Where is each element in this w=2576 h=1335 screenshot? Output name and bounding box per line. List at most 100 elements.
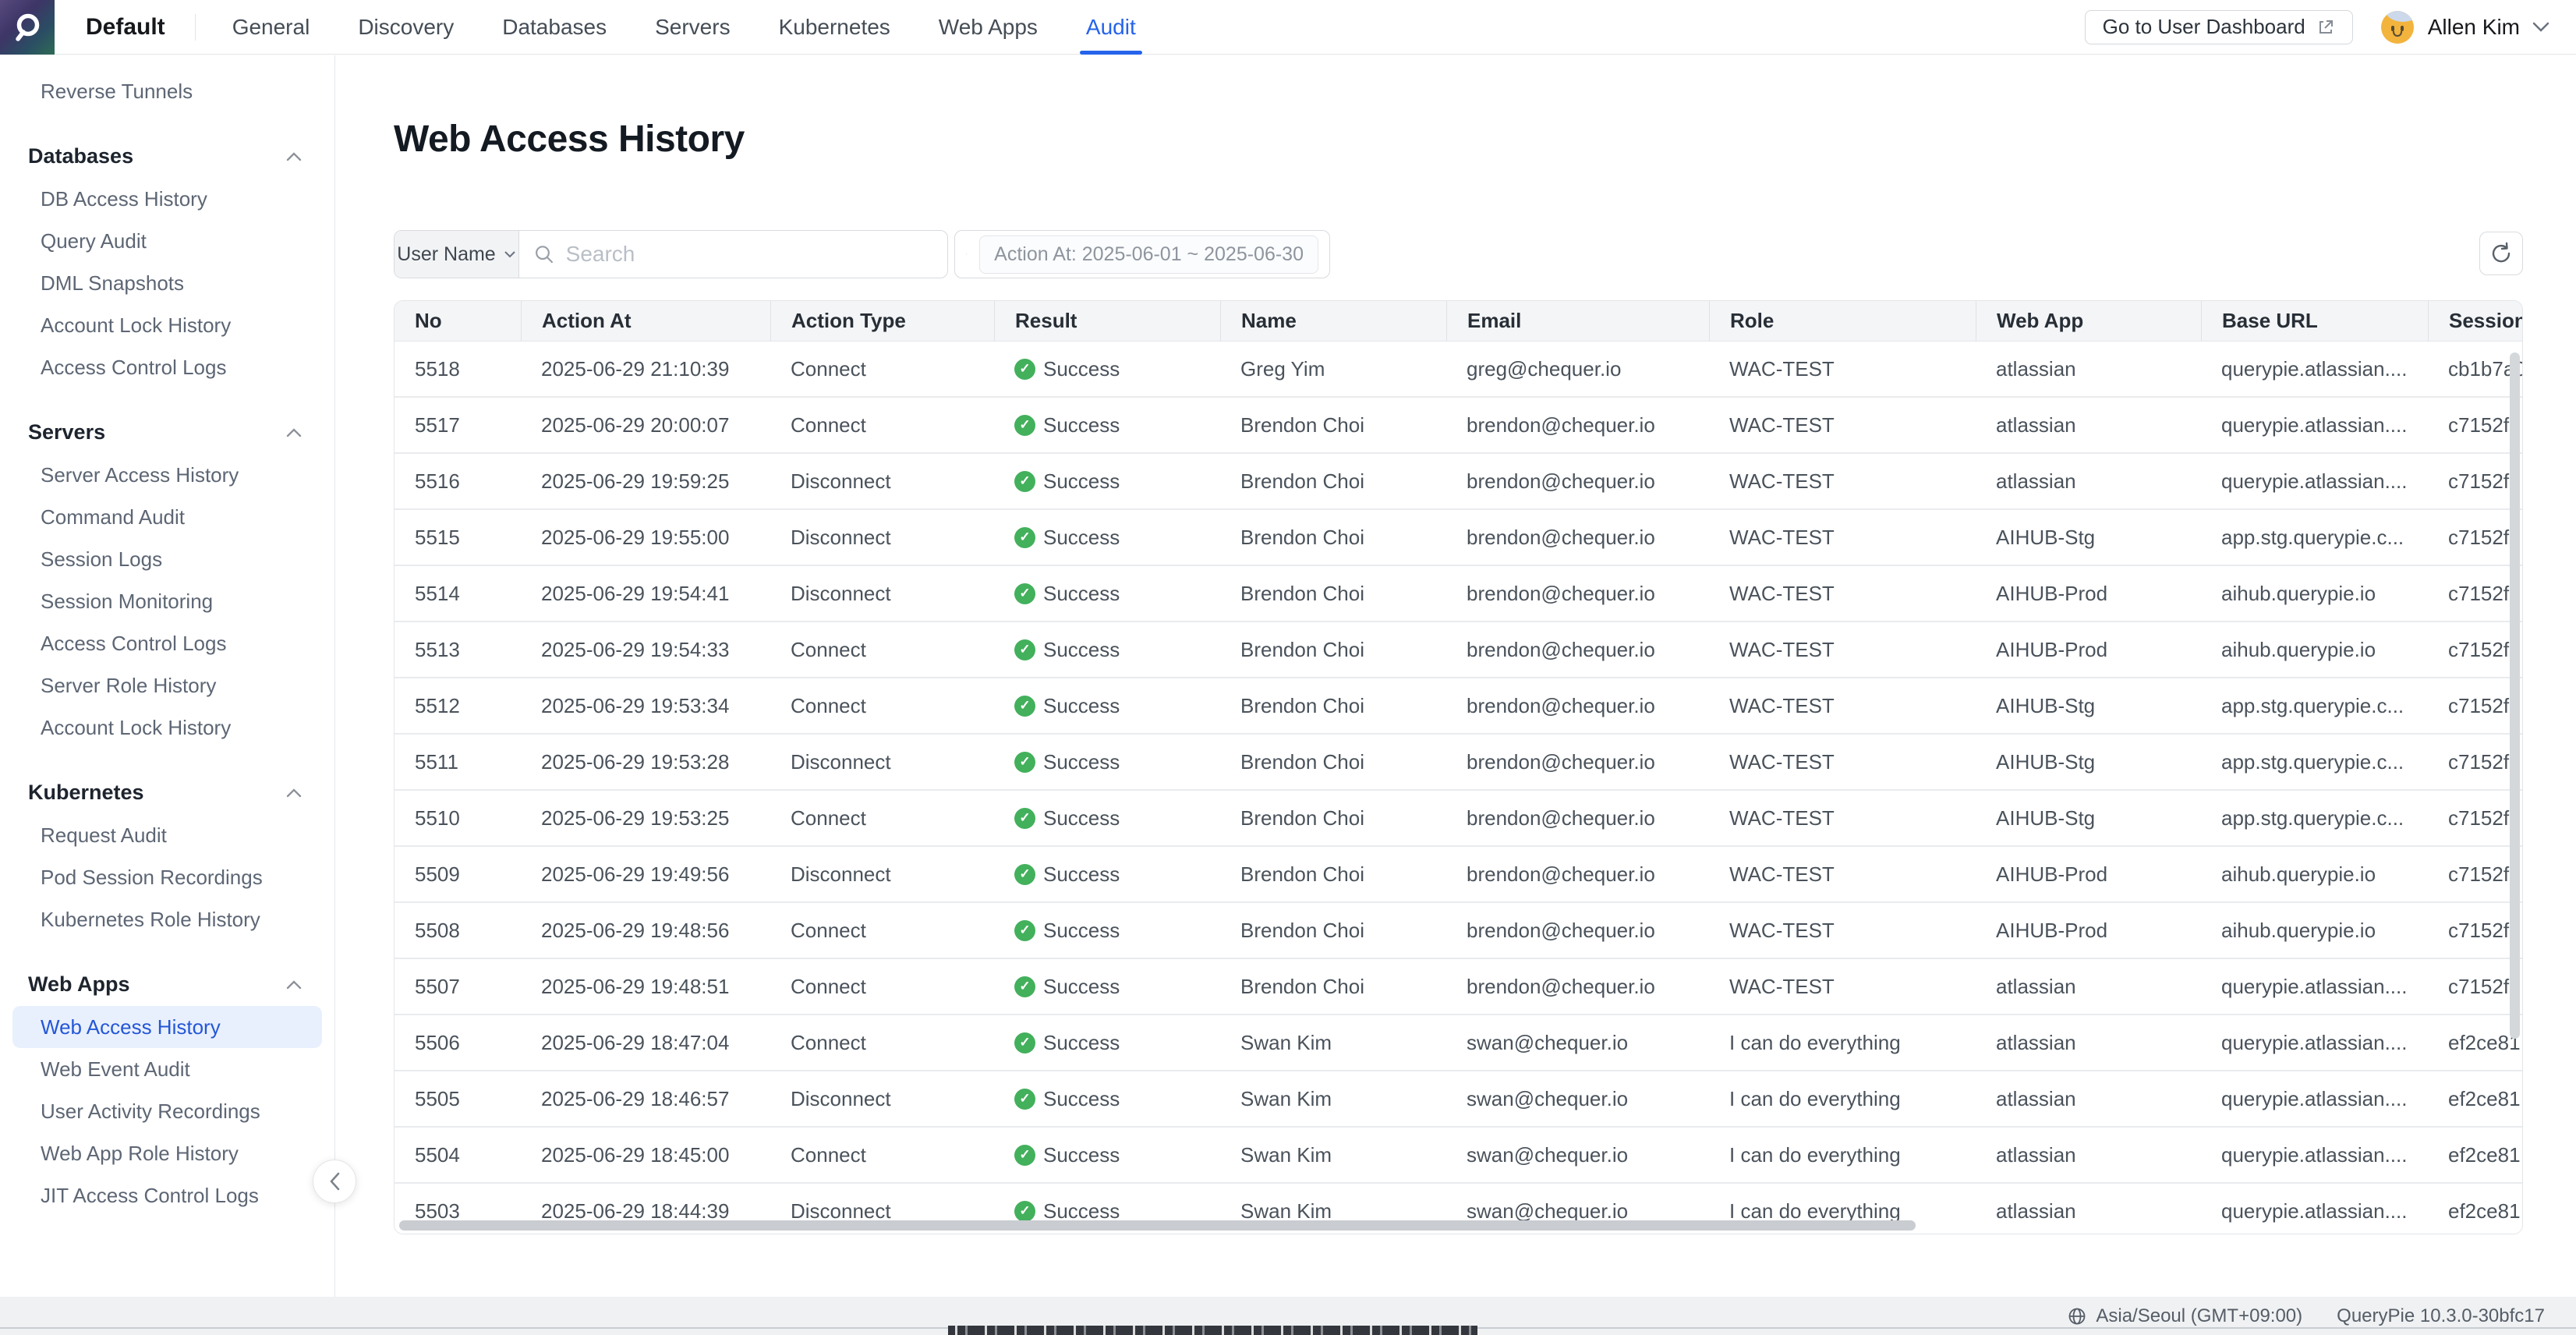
column-header-web-app[interactable]: Web App <box>1976 301 2201 341</box>
column-header-base-url[interactable]: Base URL <box>2201 301 2428 341</box>
sidebar-section-web-apps[interactable]: Web Apps <box>0 962 334 1006</box>
table-row[interactable]: 55082025-06-29 19:48:56Connect✓SuccessBr… <box>395 903 2522 959</box>
refresh-button[interactable] <box>2479 232 2523 275</box>
column-header-action-type[interactable]: Action Type <box>770 301 994 341</box>
cell-no: 5507 <box>395 975 521 999</box>
table-row[interactable]: 55072025-06-29 19:48:51Connect✓SuccessBr… <box>395 959 2522 1015</box>
cell-no: 5514 <box>395 582 521 606</box>
go-to-user-dashboard-button[interactable]: Go to User Dashboard <box>2085 10 2353 44</box>
sidebar-item-user-activity-recordings[interactable]: User Activity Recordings <box>0 1090 334 1132</box>
cell-action_type: Connect <box>770 694 994 718</box>
table-row[interactable]: 55162025-06-29 19:59:25Disconnect✓Succes… <box>395 454 2522 510</box>
table-row[interactable]: 55142025-06-29 19:54:41Disconnect✓Succes… <box>395 566 2522 622</box>
nav-item-kubernetes[interactable]: Kubernetes <box>779 0 890 55</box>
cell-name: Brendon Choi <box>1220 638 1446 662</box>
result-text: Success <box>1043 413 1120 437</box>
nav-item-web-apps[interactable]: Web Apps <box>939 0 1038 55</box>
sidebar-item-web-app-role-history[interactable]: Web App Role History <box>0 1132 334 1174</box>
column-header-result[interactable]: Result <box>994 301 1220 341</box>
vertical-scrollbar[interactable] <box>2510 352 2520 1039</box>
cell-base_url: querypie.atlassian.... <box>2201 1143 2428 1167</box>
column-header-email[interactable]: Email <box>1446 301 1709 341</box>
cell-email: brendon@chequer.io <box>1446 638 1709 662</box>
sidebar-item-access-control-logs[interactable]: Access Control Logs <box>0 346 334 388</box>
sidebar-item-server-access-history[interactable]: Server Access History <box>0 454 334 496</box>
sidebar-item-account-lock-history[interactable]: Account Lock History <box>0 706 334 749</box>
column-header-session-id[interactable]: Session ID <box>2428 301 2523 341</box>
chevron-down-icon[interactable] <box>2532 22 2549 33</box>
column-header-action-at[interactable]: Action At <box>521 301 770 341</box>
sidebar-item-pod-session-recordings[interactable]: Pod Session Recordings <box>0 856 334 898</box>
sidebar-item-server-role-history[interactable]: Server Role History <box>0 664 334 706</box>
nav-item-servers[interactable]: Servers <box>655 0 730 55</box>
cell-web_app: atlassian <box>1976 469 2201 494</box>
table-row[interactable]: 55172025-06-29 20:00:07Connect✓SuccessBr… <box>395 398 2522 454</box>
success-check-icon: ✓ <box>1014 976 1035 997</box>
table-row[interactable]: 55092025-06-29 19:49:56Disconnect✓Succes… <box>395 847 2522 903</box>
sidebar-item-session-logs[interactable]: Session Logs <box>0 538 334 580</box>
table-row[interactable]: 55112025-06-29 19:53:28Disconnect✓Succes… <box>395 735 2522 791</box>
nav-item-general[interactable]: General <box>232 0 310 55</box>
search-field-selector[interactable]: User Name <box>395 231 519 278</box>
table-row[interactable]: 55132025-06-29 19:54:33Connect✓SuccessBr… <box>395 622 2522 678</box>
cell-base_url: querypie.atlassian.... <box>2201 357 2428 381</box>
sidebar-section-servers[interactable]: Servers <box>0 410 334 454</box>
sidebar-section-kubernetes[interactable]: Kubernetes <box>0 770 334 814</box>
avatar[interactable] <box>2381 11 2414 44</box>
cell-action_type: Disconnect <box>770 1087 994 1111</box>
sidebar-item-dml-snapshots[interactable]: DML Snapshots <box>0 262 334 304</box>
sidebar-item-db-access-history[interactable]: DB Access History <box>0 178 334 220</box>
cell-role: WAC-TEST <box>1709 975 1976 999</box>
table-row[interactable]: 55062025-06-29 18:47:04Connect✓SuccessSw… <box>395 1015 2522 1071</box>
cell-name: Brendon Choi <box>1220 862 1446 887</box>
filter-toolbar: User Name Action At: 2025-06-01 ~ 2025-0… <box>394 230 1330 278</box>
sidebar-item-reverse-tunnels[interactable]: Reverse Tunnels <box>0 70 334 112</box>
horizontal-scrollbar[interactable] <box>399 1220 1916 1231</box>
nav-item-databases[interactable]: Databases <box>502 0 607 55</box>
table-row[interactable]: 55052025-06-29 18:46:57Disconnect✓Succes… <box>395 1071 2522 1128</box>
workspace-name[interactable]: Default <box>86 14 165 41</box>
cell-no: 5511 <box>395 750 521 774</box>
cell-web_app: AIHUB-Stg <box>1976 750 2201 774</box>
cell-no: 5506 <box>395 1031 521 1055</box>
sidebar-item-query-audit[interactable]: Query Audit <box>0 220 334 262</box>
column-header-role[interactable]: Role <box>1709 301 1976 341</box>
table-row[interactable]: 55152025-06-29 19:55:00Disconnect✓Succes… <box>395 510 2522 566</box>
nav-item-discovery[interactable]: Discovery <box>358 0 454 55</box>
column-header-name[interactable]: Name <box>1220 301 1446 341</box>
sidebar-item-web-event-audit[interactable]: Web Event Audit <box>0 1048 334 1090</box>
sidebar-section-databases[interactable]: Databases <box>0 134 334 178</box>
timezone-group: Asia/Seoul (GMT+09:00) <box>2068 1305 2302 1327</box>
cell-web_app: atlassian <box>1976 1087 2201 1111</box>
column-header-no[interactable]: No <box>395 301 521 341</box>
cell-role: WAC-TEST <box>1709 806 1976 830</box>
nav-item-audit[interactable]: Audit <box>1086 0 1136 55</box>
filter-funnel-icon[interactable] <box>966 243 967 265</box>
sidebar-item-command-audit[interactable]: Command Audit <box>0 496 334 538</box>
search-input[interactable] <box>566 242 947 267</box>
cell-role: WAC-TEST <box>1709 862 1976 887</box>
sidebar-item-jit-access-control-logs[interactable]: JIT Access Control Logs <box>0 1174 334 1216</box>
sidebar-item-session-monitoring[interactable]: Session Monitoring <box>0 580 334 622</box>
cell-email: brendon@chequer.io <box>1446 469 1709 494</box>
cell-no: 5504 <box>395 1143 521 1167</box>
sidebar-section-title: Servers <box>28 420 105 444</box>
sidebar-collapse-button[interactable] <box>313 1160 356 1203</box>
table-row[interactable]: 55122025-06-29 19:53:34Connect✓SuccessBr… <box>395 678 2522 735</box>
cell-base_url: app.stg.querypie.c... <box>2201 526 2428 550</box>
table-row[interactable]: 55182025-06-29 21:10:39Connect✓SuccessGr… <box>395 342 2522 398</box>
user-name[interactable]: Allen Kim <box>2428 15 2520 40</box>
sidebar-item-request-audit[interactable]: Request Audit <box>0 814 334 856</box>
querypie-logo[interactable] <box>0 0 55 55</box>
table-row[interactable]: 55042025-06-29 18:45:00Connect✓SuccessSw… <box>395 1128 2522 1184</box>
cell-action_type: Disconnect <box>770 469 994 494</box>
sidebar-item-kubernetes-role-history[interactable]: Kubernetes Role History <box>0 898 334 940</box>
sidebar-item-access-control-logs[interactable]: Access Control Logs <box>0 622 334 664</box>
cell-web_app: atlassian <box>1976 1199 2201 1223</box>
action-at-date-chip[interactable]: Action At: 2025-06-01 ~ 2025-06-30 <box>979 235 1318 274</box>
sidebar-item-account-lock-history[interactable]: Account Lock History <box>0 304 334 346</box>
table-row[interactable]: 55102025-06-29 19:53:25Connect✓SuccessBr… <box>395 791 2522 847</box>
sidebar-item-web-access-history[interactable]: Web Access History <box>12 1006 322 1048</box>
cell-role: WAC-TEST <box>1709 526 1976 550</box>
cell-result: ✓Success <box>994 1031 1220 1055</box>
